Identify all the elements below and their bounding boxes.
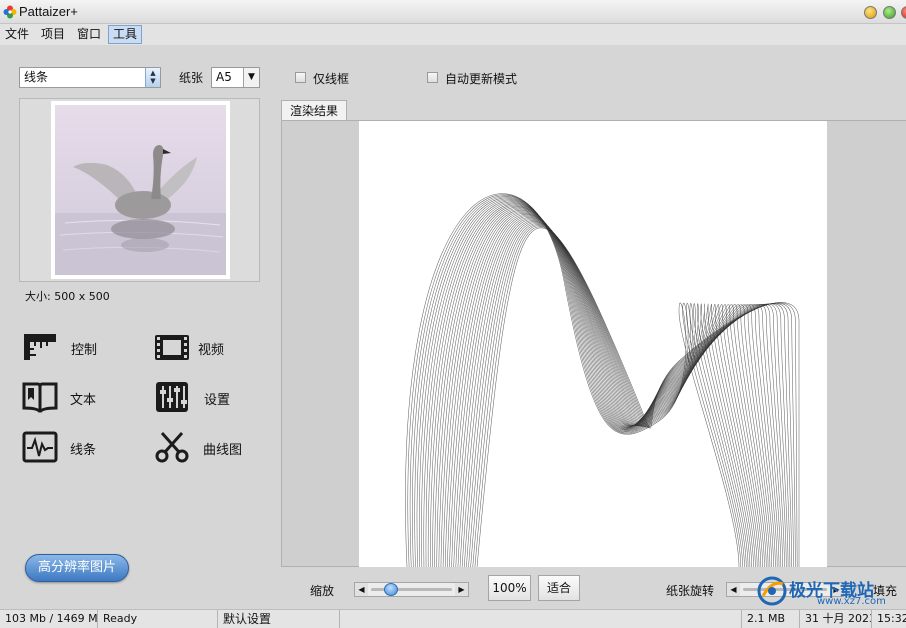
render-line	[444, 211, 773, 567]
tool-curve[interactable]: 曲线图	[154, 430, 264, 466]
render-line	[438, 208, 767, 567]
status-state: Ready	[100, 610, 218, 628]
fit-button[interactable]: 适合	[538, 575, 580, 601]
render-line	[474, 226, 798, 567]
tool-lines[interactable]: 线条	[22, 430, 132, 466]
image-size-label: 大小: 500 x 500	[25, 290, 110, 303]
render-line	[468, 223, 793, 567]
maximize-button[interactable]	[883, 6, 896, 19]
menu-window[interactable]: 窗口	[73, 25, 105, 44]
auto-update-checkbox[interactable]	[427, 72, 438, 83]
spinner-arrows-icon[interactable]: ▲ ▼	[145, 68, 160, 87]
render-canvas[interactable]	[359, 121, 827, 567]
zoom-100-button[interactable]: 100%	[488, 575, 531, 601]
menu-project[interactable]: 项目	[37, 25, 69, 44]
tool-control[interactable]: 控制	[22, 330, 132, 366]
render-line	[418, 199, 751, 567]
app-logo-icon	[3, 5, 17, 19]
waveform-icon	[22, 431, 58, 463]
menu-bar: 文件 项目 窗口 工具	[0, 24, 906, 45]
tool-text-label: 文本	[70, 393, 97, 408]
tool-text[interactable]: 文本	[22, 380, 132, 416]
paper-rotate-label: 纸张旋转	[666, 584, 715, 598]
chevron-down-icon[interactable]: ▼	[243, 68, 259, 87]
render-panel	[281, 120, 906, 567]
ruler-icon	[24, 334, 56, 360]
tool-settings[interactable]: 设置	[154, 380, 264, 416]
title-bar: Pattaizer+	[0, 0, 906, 24]
minimize-button[interactable]	[864, 6, 877, 19]
source-image[interactable]	[51, 101, 230, 279]
zoom-slider[interactable]: ◀ ▶	[354, 582, 469, 597]
paper-select-value: A5	[216, 70, 232, 84]
close-button[interactable]	[901, 6, 906, 19]
sliders-icon	[156, 382, 188, 412]
watermark: 极光下载站 www.xz7.com	[755, 574, 905, 608]
tool-settings-label: 设置	[204, 393, 231, 408]
swan-image	[55, 105, 226, 275]
auto-update-label: 自动更新模式	[445, 72, 518, 86]
render-line	[470, 224, 794, 567]
watermark-url: www.xz7.com	[817, 596, 886, 607]
zoom-track	[371, 588, 452, 591]
film-icon	[155, 335, 189, 360]
paper-label: 纸张	[179, 71, 204, 85]
hires-image-button[interactable]: 高分辨率图片	[25, 554, 129, 582]
zoom-label: 缩放	[310, 584, 335, 598]
tool-lines-label: 线条	[70, 443, 97, 458]
style-select-value: 线条	[24, 70, 49, 84]
style-select[interactable]: 线条 ▲ ▼	[19, 67, 161, 88]
tab-render-result[interactable]: 渲染结果	[281, 100, 348, 121]
status-date: 31 十月 2023	[802, 610, 872, 628]
tool-video[interactable]: 视频	[154, 330, 264, 366]
render-line	[436, 207, 765, 567]
menu-file[interactable]: 文件	[1, 25, 33, 44]
status-memory: 103 Mb / 1469 Mb	[2, 610, 98, 628]
source-image-panel	[19, 98, 260, 282]
book-icon	[22, 382, 58, 413]
tool-curve-label: 曲线图	[203, 443, 243, 458]
render-line	[476, 227, 800, 567]
rotate-left-arrow-icon[interactable]: ◀	[727, 583, 740, 596]
window-title: Pattaizer+	[19, 4, 78, 19]
render-line	[421, 200, 753, 567]
render-line	[423, 201, 754, 567]
tool-video-label: 视频	[198, 343, 225, 358]
status-bar: 103 Mb / 1469 Mb Ready 默认设置 2.1 MB 31 十月…	[0, 609, 906, 628]
zoom-thumb[interactable]	[384, 583, 399, 596]
status-time: 15:32	[877, 612, 906, 625]
render-line	[451, 215, 778, 567]
tool-control-label: 控制	[71, 343, 98, 358]
watermark-logo-icon	[757, 576, 787, 606]
wireframe-checkbox[interactable]	[295, 72, 306, 83]
status-size: 2.1 MB	[744, 610, 800, 628]
status-preset: 默认设置	[220, 610, 340, 628]
status-spacer	[342, 610, 742, 628]
rendered-line-art	[405, 193, 800, 567]
menu-tools[interactable]: 工具	[108, 25, 143, 44]
wireframe-label: 仅线框	[313, 72, 350, 86]
scissors-icon	[155, 431, 189, 463]
paper-select[interactable]: A5 ▼	[211, 67, 260, 88]
slider-right-arrow-icon[interactable]: ▶	[455, 583, 468, 596]
slider-left-arrow-icon[interactable]: ◀	[355, 583, 368, 596]
